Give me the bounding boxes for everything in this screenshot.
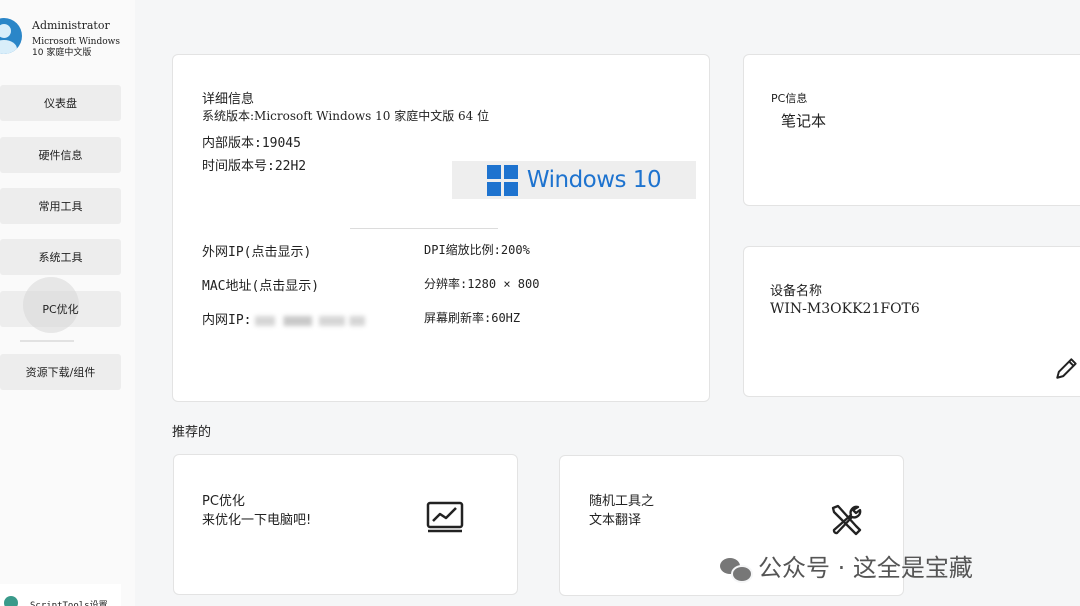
pencil-icon[interactable]	[1054, 355, 1080, 381]
refresh-rate: 屏幕刷新率:60HZ	[424, 311, 521, 325]
internal-version: 内部版本:19045	[202, 136, 301, 151]
sidebar-item-common-tools[interactable]: 常用工具	[0, 188, 121, 224]
settings-app-icon	[4, 596, 18, 606]
settings-button[interactable]: ScriptTools设置	[0, 584, 121, 606]
recommend-card-pc-optimize[interactable]: PC优化 来优化一下电脑吧!	[173, 454, 518, 595]
user-name: Administrator	[32, 19, 110, 32]
dpi-scale: DPI缩放比例:200%	[424, 243, 530, 257]
details-divider	[350, 228, 498, 229]
intranet-ip: 内网IP:	[202, 309, 366, 328]
wechat-icon	[720, 556, 753, 583]
time-version: 时间版本号:22H2	[202, 159, 307, 174]
sidebar-item-pc-optimize[interactable]: PC优化	[0, 277, 121, 333]
user-avatar[interactable]	[0, 18, 22, 54]
chart-icon	[426, 501, 464, 533]
sidebar-divider	[20, 340, 74, 342]
device-name-value: WIN-M3OKK21FOT6	[770, 301, 920, 317]
recommend-card-line2: 文本翻译	[589, 513, 642, 528]
mac-address-button[interactable]: MAC地址(点击显示)	[202, 275, 319, 294]
recommended-heading: 推荐的	[172, 425, 212, 440]
sidebar-item-dashboard[interactable]: 仪表盘	[0, 85, 121, 121]
sidebar-item-downloads[interactable]: 资源下载/组件	[0, 354, 121, 390]
device-name-title: 设备名称	[770, 284, 823, 299]
details-card: 详细信息 系统版本:Microsoft Windows 10 家庭中文版 64 …	[172, 54, 710, 402]
external-ip-button[interactable]: 外网IP(点击显示)	[202, 241, 311, 260]
windows-logo: Windows 10	[452, 161, 696, 199]
recommend-card-line1: PC优化	[202, 494, 245, 509]
recommend-card-line2: 来优化一下电脑吧!	[202, 513, 312, 528]
os-edition: Microsoft Windows 10 家庭中文版	[32, 37, 120, 58]
system-version: 系统版本:Microsoft Windows 10 家庭中文版 64 位	[202, 109, 490, 123]
ip-redacted	[255, 315, 366, 326]
device-name-card: 设备名称 WIN-M3OKK21FOT6	[743, 246, 1080, 397]
windows-icon	[486, 164, 518, 196]
recommend-card-line1: 随机工具之	[589, 494, 655, 509]
pc-type-value: 笔记本	[781, 112, 827, 130]
sidebar: Administrator Microsoft Windows 10 家庭中文版…	[0, 0, 135, 606]
watermark: 公众号 · 这全是宝藏	[720, 548, 973, 583]
pc-info-title: PC信息	[771, 92, 808, 105]
sidebar-item-system-tools[interactable]: 系统工具	[0, 239, 121, 275]
pc-info-card: PC信息 笔记本	[743, 54, 1080, 206]
sidebar-item-hardware[interactable]: 硬件信息	[0, 137, 121, 173]
tools-icon	[831, 504, 862, 536]
resolution: 分辨率:1280 × 800	[424, 277, 540, 291]
details-title: 详细信息	[202, 92, 255, 107]
